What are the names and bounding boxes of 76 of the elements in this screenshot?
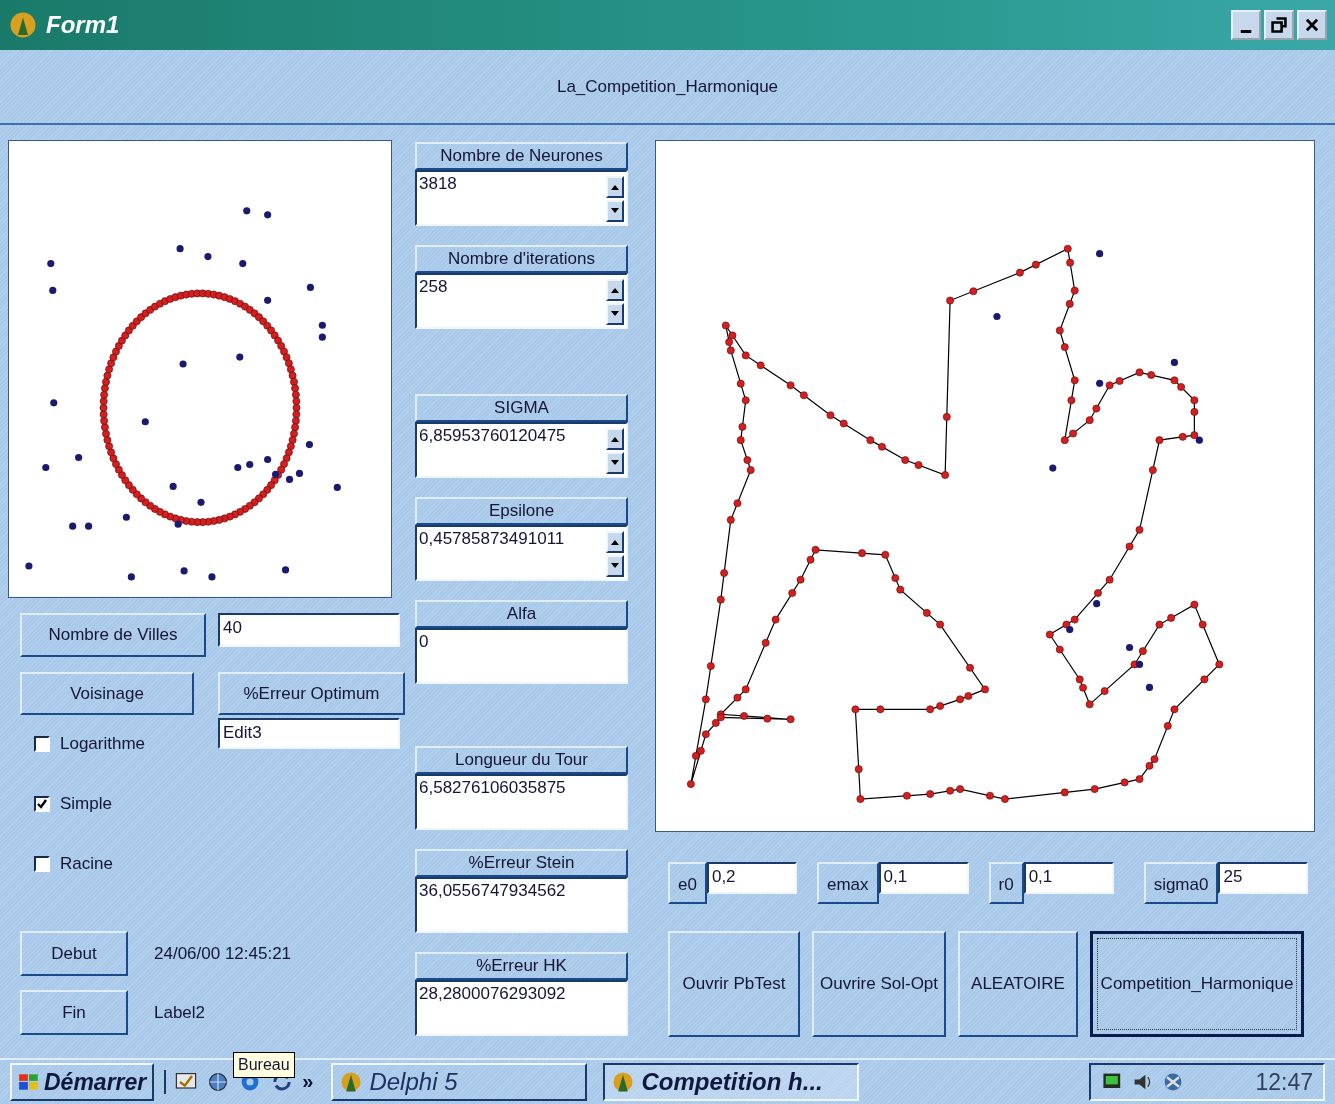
down-arrow-icon [610,207,620,215]
spin-down-button[interactable] [606,200,624,222]
up-arrow-icon [610,435,620,443]
clock: 12:47 [1255,1068,1313,1096]
start-time-label: 24/06/00 12:45:21 [154,943,292,964]
minimize-button[interactable] [1231,10,1261,40]
spin-down-button[interactable] [606,452,624,474]
start-menu-button[interactable]: Démarrer [10,1063,155,1101]
field-header: %Erreur HK [415,952,628,980]
parameter-label: emax [816,862,879,904]
minimize-icon [1240,29,1252,33]
spin-up-button[interactable] [606,176,624,198]
windows-flag-icon [18,1072,40,1092]
cities-count-button[interactable]: Nombre de Villes [20,613,206,657]
spin-down-button[interactable] [606,555,624,577]
end-button[interactable]: Fin [20,990,128,1035]
action-button[interactable]: ALEATOIRE [958,931,1078,1037]
up-arrow-icon [610,183,620,191]
spin-up-button[interactable] [606,531,624,553]
parameter-field[interactable]: 25 [1218,862,1309,894]
neighborhood-button[interactable]: Voisinage [20,672,194,715]
checkmark-icon [36,798,48,810]
tooltip: Bureau [233,1052,295,1078]
down-arrow-icon [610,562,620,570]
field-header: Epsilone [415,497,628,525]
checkbox[interactable] [34,796,50,812]
parameter-field[interactable]: 0,1 [878,862,969,894]
restore-button[interactable] [1264,10,1294,40]
taskbar-task[interactable]: Competition h... [603,1063,860,1101]
down-arrow-icon [610,459,620,467]
taskbar-task[interactable]: Delphi 5 [331,1063,588,1101]
checkbox-option[interactable]: Racine [34,849,218,879]
field-header: Nombre d'iterations [415,245,628,273]
field-header: Alfa [415,600,628,628]
spin-up-button[interactable] [606,279,624,301]
down-arrow-icon [610,310,620,318]
close-button[interactable] [1297,10,1327,40]
parameter-field[interactable]: 0,1 [1023,862,1114,894]
parameter-label: r0 [988,862,1024,904]
checkbox-option[interactable]: Simple [34,789,218,819]
parameter-label: sigma0 [1143,862,1219,904]
action-button[interactable]: Competition_Harmonique [1090,931,1304,1037]
checkbox-option[interactable]: Logarithme [34,729,218,759]
up-arrow-icon [610,286,620,294]
restore-icon [1270,16,1288,34]
optimum-error-field[interactable]: Edit3 [218,718,400,749]
field-header: SIGMA [415,394,628,422]
value-field[interactable]: 0 [415,628,628,684]
parameter-label: e0 [668,862,707,904]
checkbox[interactable] [34,736,50,752]
window-title: Form1 [46,11,121,39]
value-field[interactable]: 258 [415,273,628,329]
end-time-label: Label2 [154,1002,206,1023]
start-button[interactable]: Debut [20,931,128,976]
value-field[interactable]: 6,58276106035875 [415,774,628,830]
up-arrow-icon [610,538,620,546]
value-field[interactable]: 6,85953760120475 [415,422,628,478]
value-field[interactable]: 36,0556747934562 [415,877,628,933]
close-icon [1303,16,1321,34]
spin-up-button[interactable] [606,428,624,450]
action-button[interactable]: Ouvrire Sol-Opt [812,931,946,1037]
checkbox[interactable] [34,856,50,872]
field-header: Longueur du Tour [415,746,628,774]
field-header: %Erreur Stein [415,849,628,877]
field-header: Nombre de Neurones [415,142,628,170]
optimum-error-button[interactable]: %Erreur Optimum [218,672,405,715]
app-icon [8,10,38,40]
cities-count-field[interactable]: 40 [218,613,400,647]
value-field[interactable]: 28,2800076293092 [415,980,628,1036]
header-title: La_Competition_Harmonique [556,76,779,97]
parameter-field[interactable]: 0,2 [706,862,797,894]
value-field[interactable]: 3818 [415,170,628,226]
value-field[interactable]: 0,45785873491011 [415,525,628,581]
more-button[interactable]: » [302,1070,314,1093]
spin-down-button[interactable] [606,303,624,325]
action-button[interactable]: Ouvrir PbTest [668,931,800,1037]
